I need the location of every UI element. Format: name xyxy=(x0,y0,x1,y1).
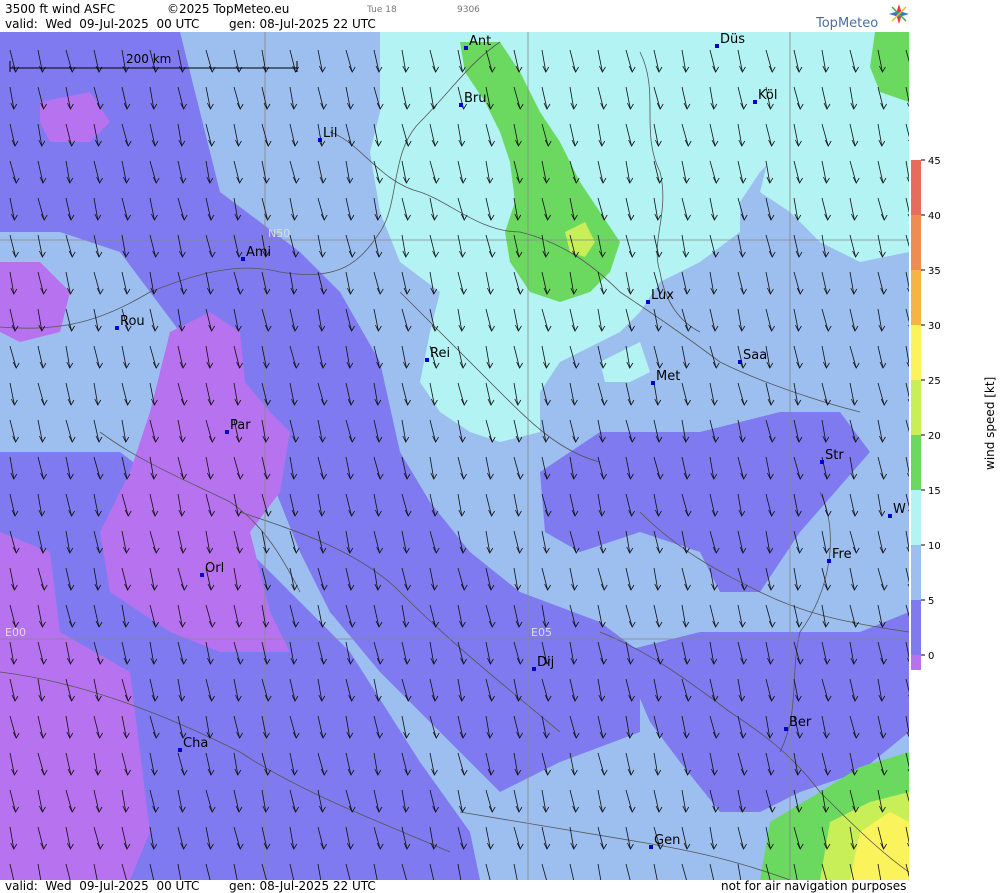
legend-title: wind speed [kt] xyxy=(983,377,997,470)
city-label: Str xyxy=(825,448,844,463)
city-marker xyxy=(715,44,719,48)
city-marker xyxy=(115,326,119,330)
city-marker xyxy=(820,460,824,464)
city-marker xyxy=(178,748,182,752)
city-marker xyxy=(459,103,463,107)
legend-color-step xyxy=(911,215,921,270)
city-label: Rei xyxy=(430,346,450,361)
city-label: Par xyxy=(230,418,251,433)
legend-ticks: 45 40 35 30 25 20 15 10 5 0 xyxy=(921,156,941,662)
lon-label-e00: E00 xyxy=(5,626,26,639)
city-label: Cha xyxy=(183,736,208,751)
legend-color-step xyxy=(911,380,921,435)
lon-label-e05: E05 xyxy=(531,626,552,639)
legend-color-step xyxy=(911,270,921,325)
air-navigation-disclaimer: not for air navigation purposes xyxy=(721,879,907,893)
wind-speed-legend: 45 40 35 30 25 20 15 10 5 0 wind speed [kt] xyxy=(911,156,997,670)
copyright-text: ©2025 TopMeteo.eu xyxy=(167,2,290,16)
city-label: Orl xyxy=(205,561,224,576)
city-label: Köl xyxy=(758,88,777,103)
city-marker xyxy=(753,100,757,104)
city-label: Düs xyxy=(720,32,745,47)
city-marker xyxy=(646,300,650,304)
legend-color-bar xyxy=(911,160,921,670)
legend-tick-label: 40 xyxy=(928,211,941,222)
day-code: Tue 18 xyxy=(367,5,397,15)
city-marker xyxy=(888,514,892,518)
city-marker xyxy=(200,573,204,577)
city-label: Met xyxy=(656,369,680,384)
legend-tick-label: 5 xyxy=(928,596,934,607)
city-marker xyxy=(651,381,655,385)
footer-valid-time: valid: Wed 09-Jul-2025 00 UTC xyxy=(5,879,200,893)
city-label: W xyxy=(893,502,906,517)
scale-bar-label: 200 km xyxy=(126,52,172,66)
city-marker xyxy=(318,138,322,142)
city-label: Ami xyxy=(246,245,271,260)
legend-color-step xyxy=(911,545,921,600)
legend-color-step xyxy=(911,655,921,670)
legend-tick-label: 0 xyxy=(928,651,934,662)
legend-tick-label: 15 xyxy=(928,486,941,497)
city-marker xyxy=(827,559,831,563)
legend-color-step xyxy=(911,325,921,380)
city-marker xyxy=(425,358,429,362)
lat-label-n50: N50 xyxy=(268,227,290,240)
city-label: Gen xyxy=(654,833,680,848)
footer-generated-time: gen: 08-Jul-2025 22 UTC xyxy=(229,879,376,893)
city-label: Lux xyxy=(651,288,674,303)
map-canvas: N50 E00 E05 Ant Düs Bru Köl Lil Ami Lux Rou Rei S… xyxy=(0,32,909,880)
city-marker xyxy=(241,257,245,261)
city-label: Lil xyxy=(323,126,337,141)
legend-color-step xyxy=(911,490,921,545)
map-title: 3500 ft wind ASFC xyxy=(5,2,116,16)
wind-map: N50 E00 E05 Ant Düs Bru Köl Lil Ami Lux Rou Rei S… xyxy=(0,32,909,880)
legend-color-step xyxy=(911,160,921,215)
legend-tick-label: 25 xyxy=(928,376,941,387)
legend-tick-label: 20 xyxy=(928,431,941,442)
legend-color-step xyxy=(911,435,921,490)
city-marker xyxy=(225,430,229,434)
city-label: Fre xyxy=(832,547,852,562)
legend-tick-label: 30 xyxy=(928,321,941,332)
city-marker xyxy=(464,46,468,50)
city-label: Ber xyxy=(789,715,812,730)
run-code: 9306 xyxy=(457,5,480,15)
city-label: Ant xyxy=(469,34,491,49)
city-label: Dij xyxy=(537,655,554,670)
city-marker xyxy=(738,360,742,364)
legend-tick-label: 10 xyxy=(928,541,941,552)
city-label: Rou xyxy=(120,314,145,329)
city-marker xyxy=(649,845,653,849)
brand-logo: TopMeteo xyxy=(816,16,879,31)
city-label: Saa xyxy=(743,348,767,363)
legend-tick-label: 45 xyxy=(928,156,941,167)
legend-color-step xyxy=(911,600,921,655)
city-marker xyxy=(784,727,788,731)
legend-tick-label: 35 xyxy=(928,266,941,277)
valid-time: valid: Wed 09-Jul-2025 00 UTC xyxy=(5,17,200,31)
city-marker xyxy=(532,667,536,671)
city-label: Bru xyxy=(464,91,487,106)
generated-time: gen: 08-Jul-2025 22 UTC xyxy=(229,17,376,31)
